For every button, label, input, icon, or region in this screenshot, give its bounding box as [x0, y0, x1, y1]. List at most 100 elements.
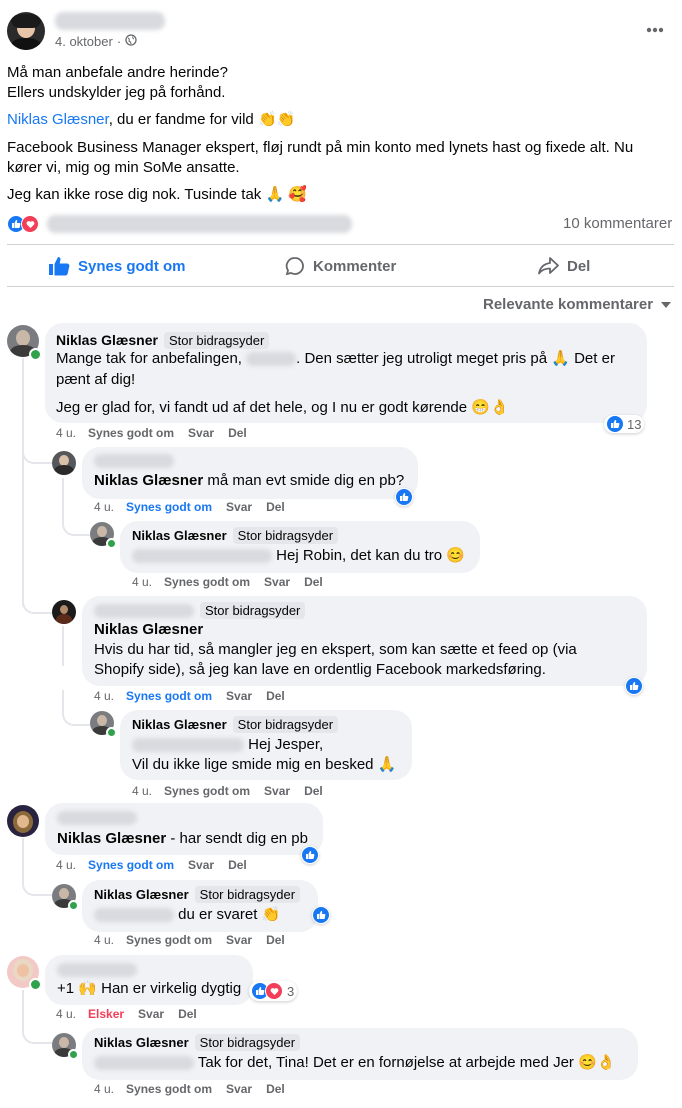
comment-reply-button[interactable]: Svar — [226, 500, 252, 514]
commenter-avatar[interactable] — [7, 805, 39, 837]
top-contributor-badge: Stor bidragsyder — [232, 716, 339, 733]
commenter-name-hidden[interactable] — [57, 811, 137, 825]
comment-text-line: Mange tak for anbefalingen, . Den sætter… — [56, 350, 615, 367]
comment-share-button[interactable]: Del — [228, 426, 247, 440]
comment-share-button[interactable]: Del — [266, 689, 285, 703]
post-reactions-summary[interactable] — [8, 215, 352, 233]
commenter-avatar[interactable] — [52, 451, 76, 475]
comment-timestamp[interactable]: 4 u. — [56, 426, 76, 440]
comment-share-button[interactable]: Del — [266, 1082, 285, 1096]
commenter-name[interactable]: Niklas Glæsner — [132, 717, 227, 732]
comment-reply-button[interactable]: Svar — [226, 689, 252, 703]
post-date[interactable]: 4. oktober — [55, 34, 113, 49]
comment-share-button[interactable]: Del — [266, 933, 285, 947]
comment-love-button[interactable]: Elsker — [88, 1007, 124, 1021]
comment-reply-button[interactable]: Svar — [138, 1007, 164, 1021]
comment-reactions[interactable]: 13 — [604, 415, 645, 433]
thumbs-up-icon — [48, 256, 70, 276]
comment-reactions[interactable] — [301, 846, 319, 864]
post-author-avatar[interactable] — [7, 12, 45, 50]
mentioned-name[interactable]: Niklas Glæsner — [57, 830, 166, 847]
comment-button[interactable]: Kommenter — [285, 254, 396, 278]
caret-down-icon — [661, 301, 672, 308]
comment-reply-button[interactable]: Svar — [188, 858, 214, 872]
more-dots-icon[interactable] — [646, 20, 664, 38]
thread-connector — [62, 500, 90, 536]
commenter-name-hidden[interactable] — [57, 963, 137, 977]
top-contributor-badge: Stor bidragsyder — [194, 1034, 301, 1051]
comment-timestamp[interactable]: 4 u. — [94, 933, 114, 947]
commenter-name[interactable]: Niklas Glæsner — [132, 528, 227, 543]
share-arrow-icon — [537, 256, 559, 276]
online-status-dot — [29, 348, 42, 361]
mentioned-name-hidden[interactable] — [94, 1056, 194, 1071]
comment-reply-button[interactable]: Svar — [226, 1082, 252, 1096]
top-contributor-badge: Stor bidragsyder — [232, 527, 339, 544]
comment-like-button[interactable]: Synes godt om — [164, 575, 250, 589]
reactor-names-hidden[interactable] — [47, 215, 352, 233]
comment-share-button[interactable]: Del — [178, 1007, 197, 1021]
globe-icon — [125, 34, 137, 49]
mentioned-name-hidden[interactable] — [132, 549, 272, 564]
comment-timestamp[interactable]: 4 u. — [56, 1007, 76, 1021]
comment-bubble: +1 🙌 Han er virkelig dygtig — [45, 955, 253, 1005]
mention-link[interactable]: Niklas Glæsner — [7, 111, 109, 128]
commenter-avatar[interactable] — [52, 600, 76, 624]
comment-like-button[interactable]: Synes godt om — [126, 1082, 212, 1096]
comment-button-label: Kommenter — [313, 257, 397, 275]
comment-timestamp[interactable]: 4 u. — [132, 575, 152, 589]
like-button[interactable]: Synes godt om — [48, 254, 186, 278]
comment-like-button[interactable]: Synes godt om — [126, 500, 212, 514]
comment-reply-button[interactable]: Svar — [188, 426, 214, 440]
post-body-line: Facebook Business Manager ekspert, fløj … — [7, 139, 634, 156]
comment-like-button[interactable]: Synes godt om — [126, 689, 212, 703]
comment-reply-button[interactable]: Svar — [226, 933, 252, 947]
commenter-name[interactable]: Niklas Glæsner — [94, 1035, 189, 1050]
comment-like-button[interactable]: Synes godt om — [164, 784, 250, 798]
comment-text-line: +1 🙌 Han er virkelig dygtig — [57, 980, 242, 997]
comment-like-button[interactable]: Synes godt om — [126, 933, 212, 947]
comment-reply-button[interactable]: Svar — [264, 575, 290, 589]
comment-share-button[interactable]: Del — [304, 575, 323, 589]
reaction-count: 3 — [287, 983, 295, 999]
comment-share-button[interactable]: Del — [228, 858, 247, 872]
comment-actions: 4 u. Synes godt om Svar Del — [56, 426, 261, 440]
divider — [7, 244, 674, 245]
thread-connector — [62, 690, 90, 726]
comment-count[interactable]: 10 kommentarer — [563, 215, 672, 232]
post-body-line: kører vi, mig og min SoMe ansatte. — [7, 159, 240, 176]
comment-timestamp[interactable]: 4 u. — [132, 784, 152, 798]
comment-like-button[interactable]: Synes godt om — [88, 858, 174, 872]
comment-share-button[interactable]: Del — [304, 784, 323, 798]
online-status-dot — [68, 1049, 79, 1060]
comment-timestamp[interactable]: 4 u. — [94, 1082, 114, 1096]
commenter-name[interactable]: Niklas Glæsner — [56, 332, 158, 348]
comment-share-button[interactable]: Del — [266, 500, 285, 514]
post-author-name-hidden[interactable] — [55, 12, 165, 30]
comment-actions: 4 u. Synes godt om Svar Del — [94, 689, 299, 703]
comment-timestamp[interactable]: 4 u. — [94, 500, 114, 514]
thread-connector — [22, 440, 52, 464]
comment-text-line: Shopify side), så jeg kan lave en ordent… — [94, 661, 546, 678]
comment-timestamp[interactable]: 4 u. — [56, 858, 76, 872]
comment-actions: 4 u. Synes godt om Svar Del — [56, 858, 261, 872]
commenter-name[interactable]: Niklas Glæsner — [94, 887, 189, 902]
mentioned-name-hidden[interactable] — [94, 908, 174, 923]
mentioned-name-hidden[interactable] — [246, 352, 297, 367]
comment-reactions[interactable] — [625, 677, 643, 695]
comment-timestamp[interactable]: 4 u. — [94, 689, 114, 703]
mentioned-name[interactable]: Niklas Glæsner — [94, 472, 203, 489]
comment-reply-button[interactable]: Svar — [264, 784, 290, 798]
share-button[interactable]: Del — [537, 254, 590, 278]
comment-reactions[interactable]: 3 — [249, 981, 298, 1001]
commenter-name-hidden[interactable] — [94, 454, 174, 468]
comment-like-button[interactable]: Synes godt om — [88, 426, 174, 440]
commenter-name-hidden[interactable] — [94, 603, 194, 618]
comment-actions: 4 u. Elsker Svar Del — [56, 1007, 211, 1021]
mentioned-name-hidden[interactable] — [132, 738, 244, 753]
comment-reactions[interactable] — [395, 488, 413, 506]
comment-sort-dropdown[interactable]: Relevante kommentarer — [483, 296, 672, 313]
mentioned-name[interactable]: Niklas Glæsner — [94, 619, 203, 640]
comment-bubble-icon — [285, 256, 305, 276]
comment-reactions[interactable] — [312, 906, 330, 924]
